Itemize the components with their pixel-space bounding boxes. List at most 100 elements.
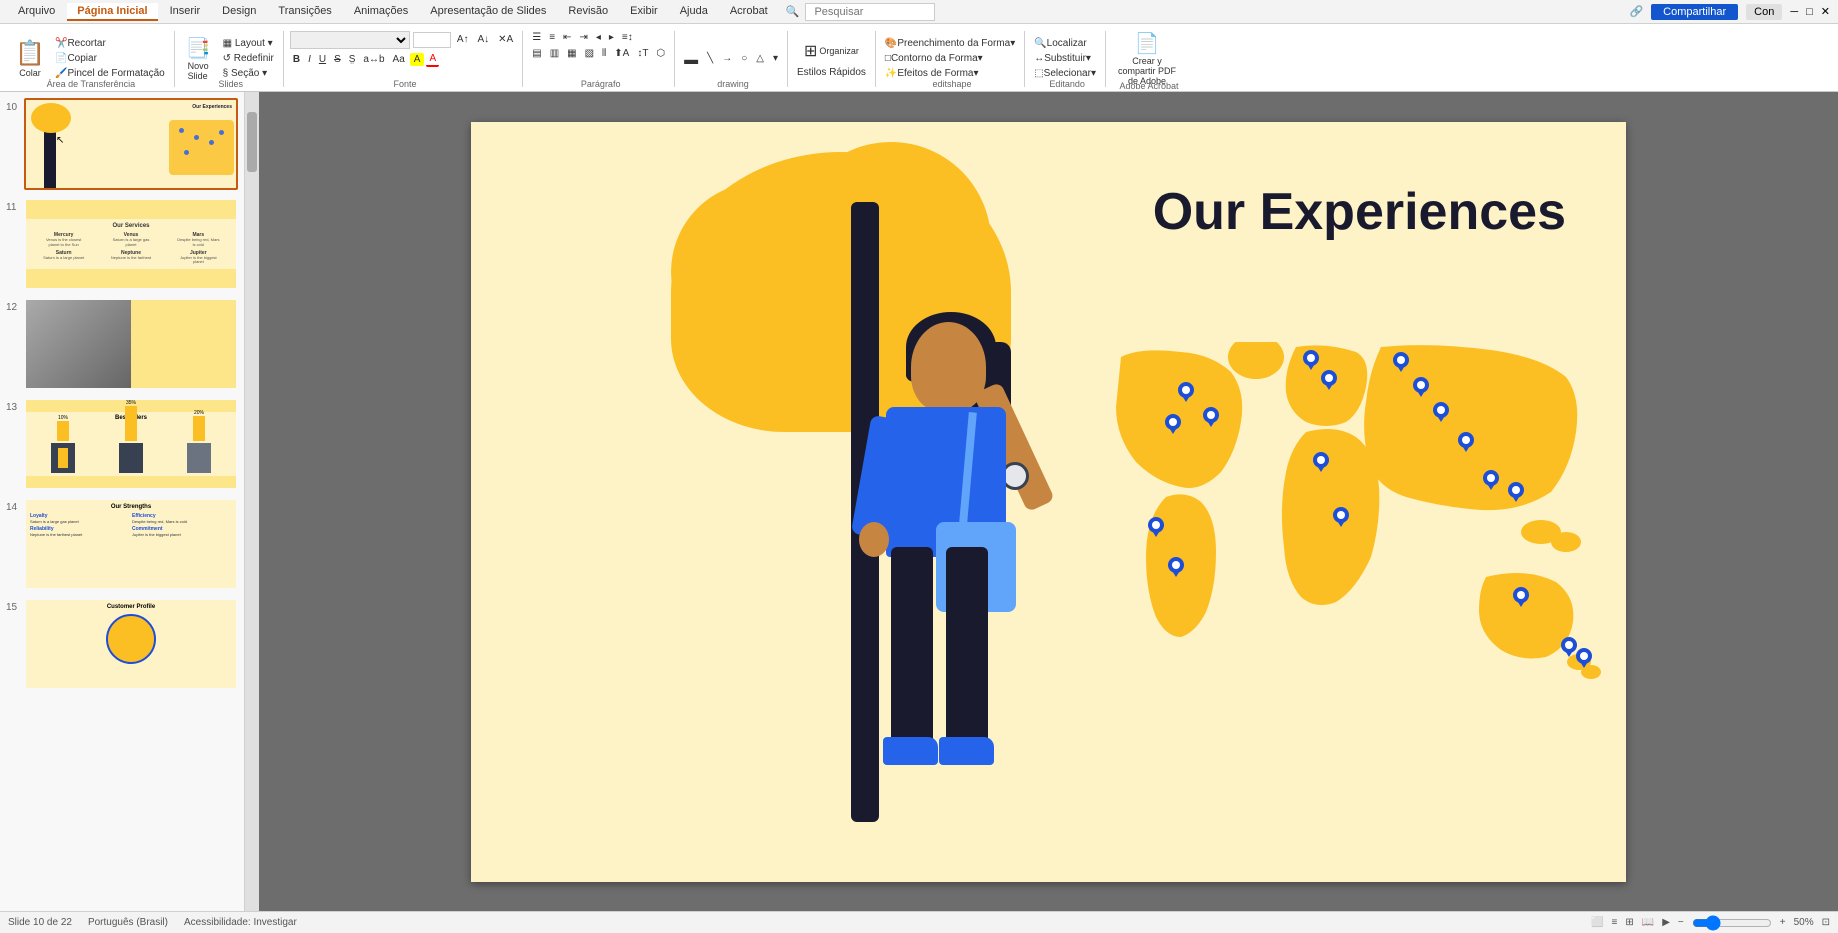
shape-rect[interactable]: ▬ (681, 50, 701, 68)
shape-more[interactable]: ▾ (770, 52, 781, 65)
zoom-slider[interactable] (1692, 917, 1772, 929)
shape-triangle[interactable]: △ (753, 52, 767, 65)
maximize-button[interactable]: □ (1806, 6, 1813, 18)
decrease-col-button[interactable]: ◂ (593, 31, 604, 44)
menu-revisao[interactable]: Revisão (558, 3, 618, 21)
layout-button[interactable]: ▦ Layout ▾ (220, 37, 277, 50)
slide-canvas[interactable]: Our Experiences (471, 122, 1626, 882)
font-shrink-button[interactable]: A↓ (475, 33, 493, 46)
line-spacing-button[interactable]: ≡↕ (619, 31, 636, 44)
paragraph-group: ☰ ≡ ⇤ ⇥ ◂ ▸ ≡↕ ▤ ▥ ▦ ▧ ⫴ ⬆A ↕T ⬡ (527, 31, 675, 87)
shape-line[interactable]: ╲ (704, 52, 716, 65)
slide-thumb-12[interactable]: 12 A Picture Is Worth a Thousand Words (4, 296, 240, 392)
view-reading-button[interactable]: 📖 (1642, 917, 1654, 928)
reset-button[interactable]: ↺ Redefinir (220, 52, 277, 65)
columns-button[interactable]: ⫴ (599, 47, 609, 60)
slide-img-12[interactable]: A Picture Is Worth a Thousand Words (24, 298, 238, 390)
menu-ajuda[interactable]: Ajuda (670, 3, 718, 21)
person-shoe-left (883, 737, 938, 765)
bold-button[interactable]: B (290, 53, 303, 66)
zoom-in-button[interactable]: + (1780, 917, 1786, 928)
menu-acrobat[interactable]: Acrobat (720, 3, 778, 21)
font-grow-button[interactable]: A↑ (454, 33, 472, 46)
view-sorter-button[interactable]: ⊞ (1625, 917, 1633, 928)
find-button[interactable]: 🔍 Localizar (1031, 37, 1099, 50)
create-pdf-button[interactable]: 📄 Crear y compartir PDF de Adobe (1112, 28, 1182, 89)
font-color-button[interactable]: A (426, 52, 439, 67)
char-spacing-button[interactable]: a↔b (360, 53, 387, 66)
shape-fill-button[interactable]: 🎨 Preenchimento da Forma ▾ (882, 37, 1018, 50)
menu-design[interactable]: Design (212, 3, 266, 21)
align-left-button[interactable]: ▤ (529, 47, 544, 60)
underline-button[interactable]: U (316, 53, 329, 66)
italic-button[interactable]: I (305, 53, 314, 66)
menu-inserir[interactable]: Inserir (160, 3, 211, 21)
view-outline-button[interactable]: ≡ (1612, 917, 1618, 928)
search-input[interactable] (805, 3, 935, 21)
person-leg-right (946, 547, 988, 747)
cut-button[interactable]: ✂️ Recortar (52, 37, 168, 50)
menu-transicoes[interactable]: Transições (268, 3, 341, 21)
menu-exibir[interactable]: Exibir (620, 3, 668, 21)
bullet-list-button[interactable]: ☰ (529, 31, 544, 44)
align-justify-button[interactable]: ▧ (582, 47, 597, 60)
person-hand-left (859, 522, 889, 557)
comment-button[interactable]: Con (1746, 4, 1782, 20)
font-size-input[interactable] (413, 32, 451, 48)
highlight-button[interactable]: A (410, 53, 425, 66)
shape-outline-button[interactable]: □ Contorno da Forma ▾ (882, 52, 1018, 65)
align-text-button[interactable]: ↕T (634, 47, 651, 60)
increase-indent-button[interactable]: ⇥ (576, 31, 590, 44)
menu-apresentacao[interactable]: Apresentação de Slides (420, 3, 556, 21)
shape-arrow[interactable]: → (719, 52, 735, 65)
quick-styles-button[interactable]: Estilos Rápidos (794, 66, 869, 79)
slide-num-12: 12 (6, 298, 24, 313)
slide-scrollbar[interactable] (245, 92, 259, 911)
slide-img-11[interactable]: Our Services Mercury Venus is the closes… (24, 198, 238, 290)
align-center-button[interactable]: ▥ (547, 47, 562, 60)
copy-button[interactable]: 📄 Copiar (52, 52, 168, 65)
menu-animacoes[interactable]: Animações (344, 3, 418, 21)
view-normal-button[interactable]: ⬜ (1591, 917, 1603, 928)
slide-thumb-13[interactable]: 13 Bestsellers 10% (4, 396, 240, 492)
text-direction-button[interactable]: ⬆A (611, 47, 632, 60)
slide-title[interactable]: Our Experiences (1153, 182, 1566, 242)
slide-thumb-15[interactable]: 15 Customer Profile (4, 596, 240, 692)
minimize-button[interactable]: ─ (1790, 6, 1798, 18)
increase-col-button[interactable]: ▸ (606, 31, 617, 44)
slide-thumb-10[interactable]: 10 Our Experiences (4, 96, 240, 192)
organize-group: ⊞ Organizar Estilos Rápidos (792, 31, 876, 87)
slide-thumb-11[interactable]: 11 Our Services Mercury Venus is the clo… (4, 196, 240, 292)
fit-button[interactable]: ⊡ (1822, 917, 1830, 928)
menu-pagina-inicial[interactable]: Página Inicial (67, 3, 157, 21)
strikethrough-button[interactable]: S (331, 53, 344, 66)
font-name-selector[interactable] (290, 31, 410, 49)
close-button[interactable]: ✕ (1821, 5, 1830, 18)
slide-thumb-14[interactable]: 14 Our Strengths Loyalty Saturn is a lar… (4, 496, 240, 592)
slide-img-13[interactable]: Bestsellers 10% 35% (24, 398, 238, 490)
clear-format-button[interactable]: ✕A (495, 33, 516, 46)
smartart-button[interactable]: ⬡ (653, 47, 668, 60)
replace-button[interactable]: ↔ Substituir ▾ (1031, 52, 1099, 65)
align-right-button[interactable]: ▦ (564, 47, 579, 60)
decrease-indent-button[interactable]: ⇤ (560, 31, 574, 44)
slide-img-10[interactable]: Our Experiences ↖ (24, 98, 238, 190)
view-present-button[interactable]: ▶ (1662, 917, 1670, 928)
map-sea-2 (1551, 532, 1581, 552)
number-list-button[interactable]: ≡ (546, 31, 558, 44)
map-australia (1479, 573, 1573, 658)
organize-button[interactable]: ⊞ Organizar (794, 38, 869, 64)
share-button[interactable]: Compartilhar (1651, 4, 1738, 20)
slide-img-15[interactable]: Customer Profile (24, 598, 238, 690)
menu-arquivo[interactable]: Arquivo (8, 3, 65, 21)
shape-oval[interactable]: ○ (738, 52, 750, 65)
zoom-out-button[interactable]: − (1678, 917, 1684, 928)
change-case-button[interactable]: Aa (390, 53, 408, 66)
slide-num-10: 10 (6, 98, 24, 113)
scroll-thumb[interactable] (247, 112, 257, 172)
shadow-button[interactable]: S̤ (346, 53, 359, 66)
person-illustration (851, 322, 1051, 822)
new-slide-button[interactable]: 📑 NovoSlide (181, 33, 216, 84)
drawing-group: ▬ ╲ → ○ △ ▾ drawing (679, 31, 788, 87)
slide-img-14[interactable]: Our Strengths Loyalty Saturn is a large … (24, 498, 238, 590)
